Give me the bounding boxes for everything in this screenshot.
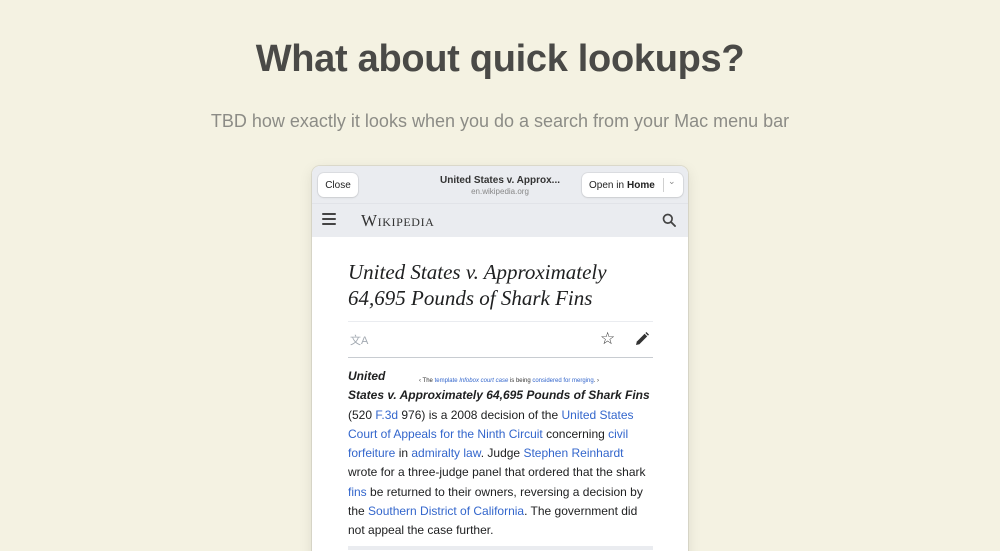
notice-middle: is being bbox=[509, 378, 531, 384]
article-title: United States v. Approximately 64,695 Po… bbox=[348, 260, 607, 310]
open-in-label: Open in bbox=[589, 179, 625, 191]
lead-bold-1: United bbox=[348, 369, 386, 383]
browser-toolbar: Close United States v. Approx... en.wiki… bbox=[312, 166, 688, 204]
page-headline: What about quick lookups? bbox=[255, 38, 745, 80]
lead-text-4: in bbox=[395, 446, 412, 461]
notice-merging-link[interactable]: considered for merging bbox=[532, 378, 593, 384]
notice-infobox-link[interactable]: Infobox court case bbox=[459, 378, 508, 384]
article-lead: ‹ The template Infobox court case is bei… bbox=[348, 367, 653, 541]
open-in-divider bbox=[663, 178, 664, 192]
notice-prefix: ‹ The bbox=[419, 378, 433, 384]
translate-icon[interactable]: 文A bbox=[350, 332, 368, 348]
article-content: United States v. Approximately 64,695 Po… bbox=[348, 237, 653, 541]
link-southern-district[interactable]: Southern District of California bbox=[368, 504, 524, 518]
link-admiralty-law[interactable]: admiralty law bbox=[411, 446, 480, 460]
close-button[interactable]: Close bbox=[318, 173, 358, 197]
pencil-icon[interactable] bbox=[634, 331, 650, 347]
page-subheadline: TBD how exactly it looks when you do a s… bbox=[210, 111, 790, 131]
lead-text-1: (520 bbox=[348, 407, 376, 422]
open-in-button[interactable]: Open in Home ⌄ bbox=[582, 173, 683, 197]
merge-notice: ‹ The template Infobox court case is bei… bbox=[419, 372, 599, 391]
lead-text-3: concerning bbox=[542, 426, 609, 441]
lookup-window: Close United States v. Approx... en.wiki… bbox=[312, 166, 688, 551]
notice-template-link[interactable]: template bbox=[435, 378, 458, 384]
hamburger-icon[interactable] bbox=[322, 213, 336, 225]
star-icon[interactable]: ☆ bbox=[600, 329, 615, 349]
link-stephen-reinhardt[interactable]: Stephen Reinhardt bbox=[523, 446, 623, 460]
page-domain: en.wikipedia.org bbox=[471, 187, 529, 196]
lead-text-2: 976) is a 2008 decision of the bbox=[398, 407, 562, 422]
lead-text-6: wrote for a three-judge panel that order… bbox=[348, 465, 646, 480]
lead-text-5: . Judge bbox=[480, 446, 524, 461]
notice-suffix: . › bbox=[593, 378, 600, 384]
chevron-down-icon[interactable]: ⌄ bbox=[668, 176, 676, 187]
article-tools: 文A ☆ bbox=[348, 321, 653, 358]
page-title-box: United States v. Approx... en.wikipedia.… bbox=[422, 175, 578, 196]
page-tab-title: United States v. Approx... bbox=[439, 175, 561, 186]
wikipedia-wordmark[interactable]: Wikipedia bbox=[361, 211, 434, 231]
lead-bold-3: Fins bbox=[625, 388, 650, 403]
open-in-target: Home bbox=[627, 179, 655, 191]
wikipedia-header: Wikipedia bbox=[312, 204, 688, 237]
link-fins[interactable]: fins bbox=[348, 485, 367, 499]
content-divider bbox=[348, 546, 653, 550]
link-f3d[interactable]: F.3d bbox=[375, 408, 398, 422]
search-icon[interactable] bbox=[662, 213, 676, 227]
